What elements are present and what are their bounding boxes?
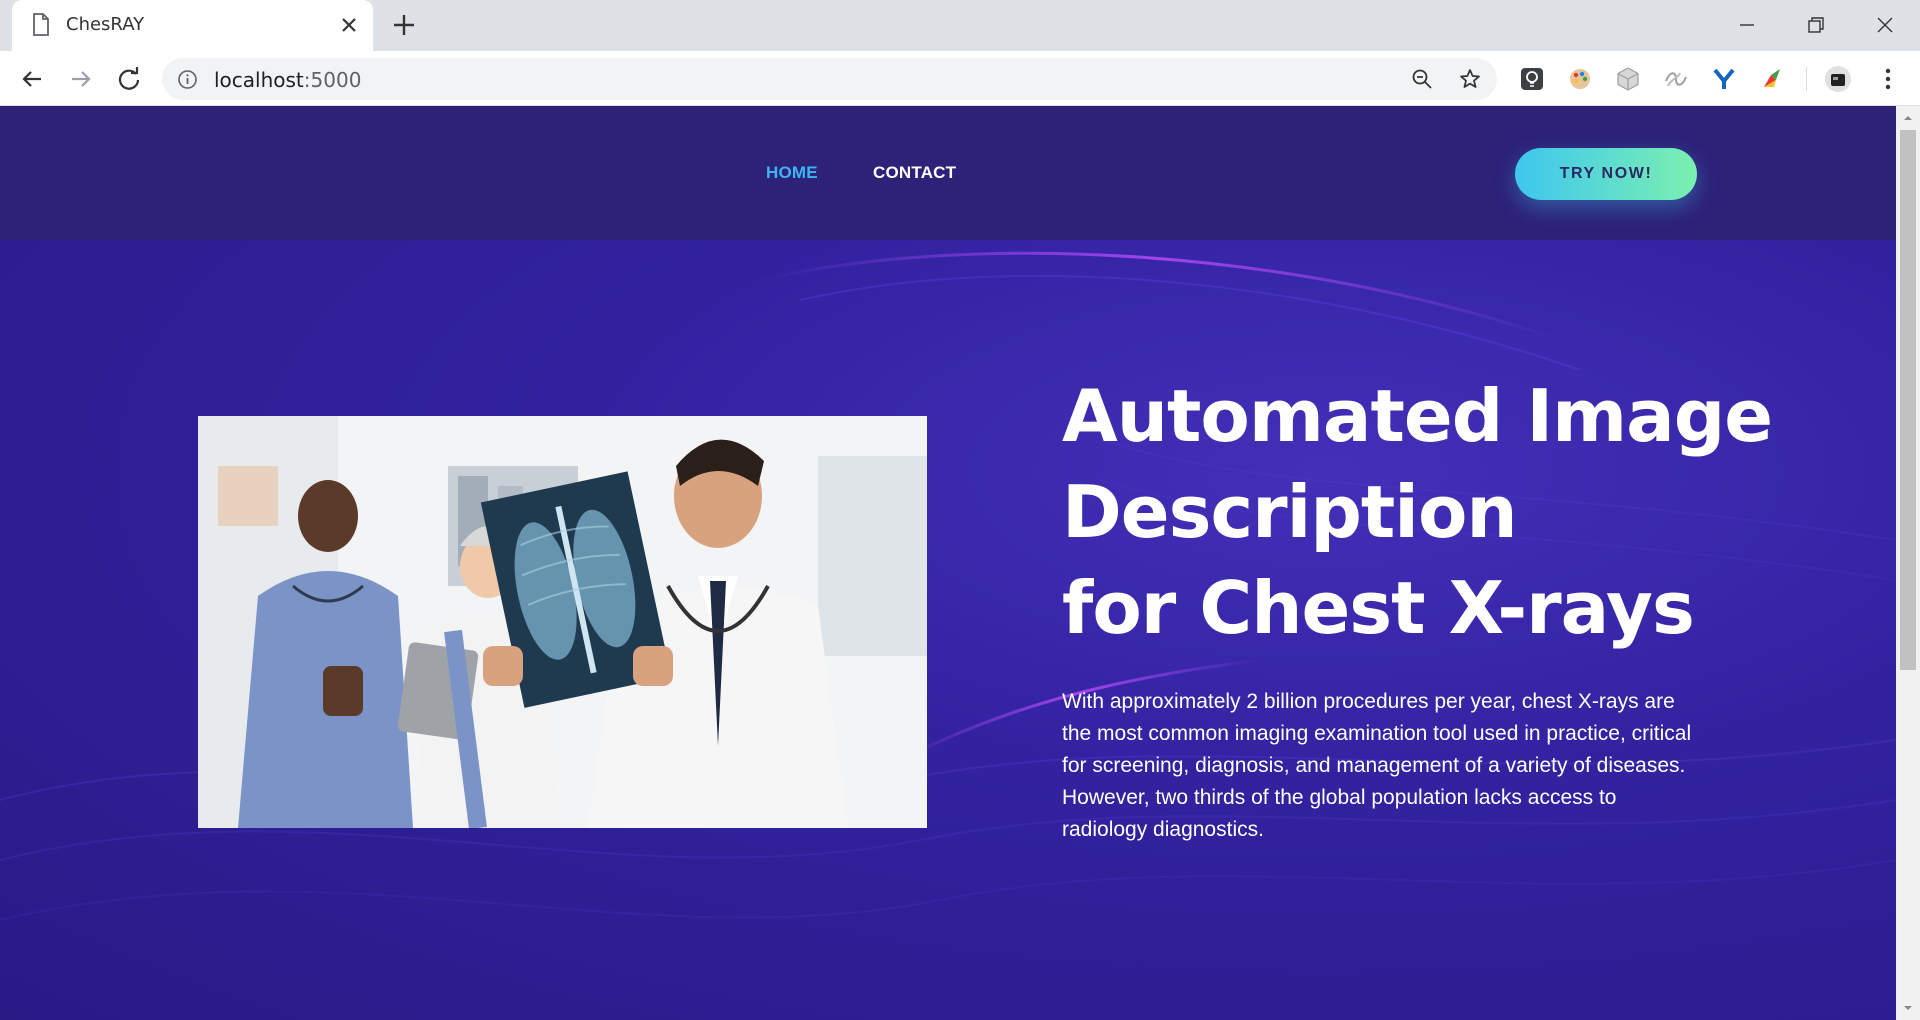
page-viewport: HOME CONTACT TRY NOW! Automated Image De… — [0, 106, 1896, 1020]
site-header: HOME CONTACT TRY NOW! — [0, 106, 1896, 240]
browser-tab[interactable]: ChesRAY — [12, 0, 373, 51]
reload-icon[interactable] — [114, 64, 144, 94]
url-host: localhost — [214, 68, 304, 92]
profile-avatar-icon[interactable] — [1824, 65, 1852, 93]
scroll-down-icon[interactable] — [1902, 1002, 1914, 1014]
url-text: localhost:5000 — [214, 68, 361, 92]
hero-title-line: Automated Image — [1062, 374, 1773, 458]
nav-home-link[interactable]: HOME — [766, 163, 818, 183]
site-info-icon[interactable] — [177, 69, 198, 90]
browser-toolbar: localhost:5000 — [0, 51, 1920, 106]
try-now-label: TRY NOW! — [1559, 165, 1653, 182]
palette-extension-icon[interactable] — [1566, 65, 1594, 93]
hero-title-line: for Chest X-rays — [1062, 566, 1695, 650]
new-tab-icon[interactable] — [390, 11, 418, 39]
nav-contact-link[interactable]: CONTACT — [873, 163, 956, 183]
toolbar-separator — [1806, 67, 1807, 91]
scroll-thumb[interactable] — [1900, 130, 1916, 670]
tab-title: ChesRAY — [66, 14, 145, 35]
browser-tabstrip: ChesRAY — [0, 0, 1920, 51]
minimize-icon[interactable] — [1732, 10, 1762, 40]
page-scrollbar[interactable] — [1896, 106, 1920, 1020]
restore-icon[interactable] — [1801, 10, 1831, 40]
page-icon — [33, 13, 49, 36]
color-extension-icon[interactable] — [1758, 65, 1786, 93]
url-port: :5000 — [303, 68, 362, 92]
scroll-up-icon[interactable] — [1902, 112, 1914, 124]
close-tab-icon[interactable] — [337, 13, 361, 37]
browser-menu-icon[interactable] — [1874, 65, 1902, 93]
try-now-button[interactable]: TRY NOW! — [1515, 148, 1697, 200]
y-extension-icon[interactable] — [1710, 65, 1738, 93]
wave-extension-icon[interactable] — [1662, 65, 1690, 93]
address-bar[interactable]: localhost:5000 — [162, 58, 1497, 100]
bookmark-star-icon[interactable] — [1458, 67, 1482, 91]
hero-title-line: Description — [1062, 470, 1518, 554]
lightbulb-extension-icon[interactable] — [1518, 65, 1546, 93]
zoom-out-icon[interactable] — [1410, 67, 1434, 91]
doctors-xray-photo — [198, 416, 927, 828]
hero-description: With approximately 2 billion procedures … — [1062, 690, 1692, 841]
cube-extension-icon[interactable] — [1614, 65, 1642, 93]
hero-title: Automated Image Description for Chest X-… — [1062, 368, 1773, 656]
close-window-icon[interactable] — [1870, 10, 1900, 40]
back-arrow-icon[interactable] — [17, 64, 47, 94]
forward-arrow-icon[interactable] — [66, 64, 96, 94]
